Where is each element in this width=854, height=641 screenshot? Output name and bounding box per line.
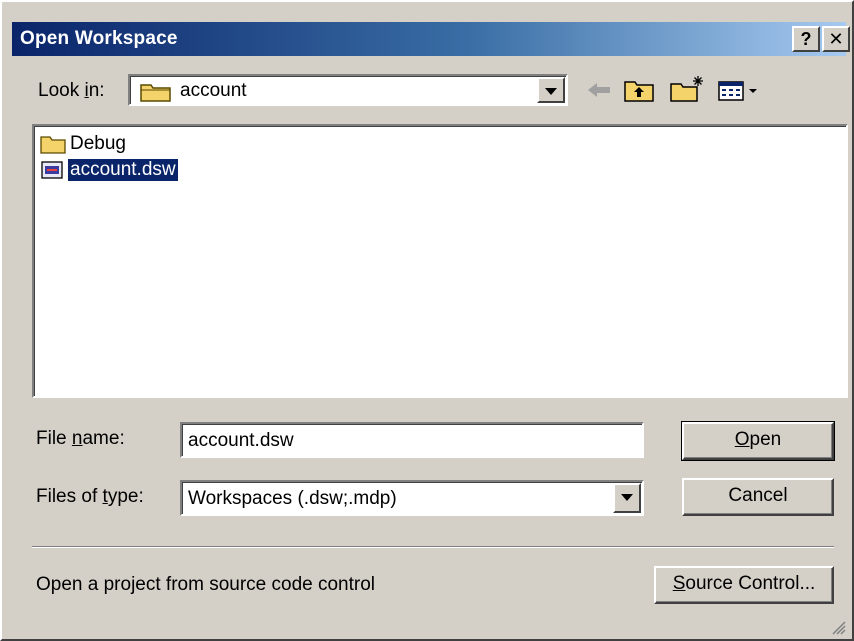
list-item-name: Debug: [70, 133, 126, 154]
file-name-value: account.dsw: [188, 430, 294, 451]
source-control-label: ource Control...: [685, 573, 816, 594]
open-button-accel: O: [734, 429, 750, 450]
file-name-label-text: File: [36, 428, 72, 449]
list-item-name: account.dsw: [67, 158, 179, 182]
view-menu-icon[interactable]: [716, 74, 760, 106]
file-type-dropdown[interactable]: Workspaces (.dsw;.mdp): [180, 480, 644, 516]
file-type-value: Workspaces (.dsw;.mdp): [188, 488, 397, 509]
open-button[interactable]: Open: [681, 421, 835, 461]
chevron-down-icon[interactable]: [537, 77, 565, 103]
folder-open-icon: [140, 84, 171, 102]
up-one-level-icon[interactable]: [622, 74, 656, 106]
back-arrow-icon[interactable]: [584, 74, 614, 106]
dialog-title: Open Workspace: [20, 28, 178, 49]
cancel-button-label: Cancel: [728, 485, 788, 506]
source-control-accel: S: [672, 573, 686, 594]
close-icon: ✕: [828, 29, 844, 49]
separator: [32, 546, 834, 548]
look-in-dropdown[interactable]: account: [128, 74, 568, 106]
file-name-label-accel: n: [71, 428, 83, 449]
workspace-file-icon: [41, 161, 63, 179]
look-in-label-text-end: n:: [88, 80, 105, 101]
open-workspace-dialog: Open Workspace ? ✕ Look in: account Debu…: [0, 0, 854, 641]
look-in-label-text: Look: [38, 80, 85, 101]
list-item-file[interactable]: account.dsw: [40, 158, 179, 182]
source-control-description: Open a project from source code control: [36, 574, 376, 595]
list-item-folder[interactable]: Debug: [40, 132, 128, 156]
file-list[interactable]: Debug account.dsw: [32, 124, 848, 398]
help-icon: ?: [800, 29, 812, 49]
file-type-label-text: Files of: [36, 486, 103, 507]
source-control-button[interactable]: Source Control...: [654, 566, 834, 604]
file-name-label: File name:: [36, 428, 125, 450]
resize-grip-icon[interactable]: [830, 619, 846, 635]
file-type-label: Files of type:: [36, 486, 144, 508]
look-in-label: Look in:: [38, 80, 105, 102]
open-button-label: pen: [749, 429, 782, 450]
title-bar[interactable]: Open Workspace ? ✕: [12, 22, 850, 56]
cancel-button[interactable]: Cancel: [682, 478, 834, 516]
look-in-value: account: [180, 80, 247, 101]
help-button[interactable]: ?: [792, 26, 820, 52]
chevron-down-icon[interactable]: [613, 483, 641, 513]
file-name-label-text-end: ame:: [82, 428, 125, 449]
folder-icon: [40, 136, 66, 154]
close-button[interactable]: ✕: [822, 26, 850, 52]
create-new-folder-icon[interactable]: [668, 74, 706, 106]
file-type-label-text-end: ype:: [107, 486, 144, 507]
file-name-input[interactable]: account.dsw: [180, 422, 644, 458]
